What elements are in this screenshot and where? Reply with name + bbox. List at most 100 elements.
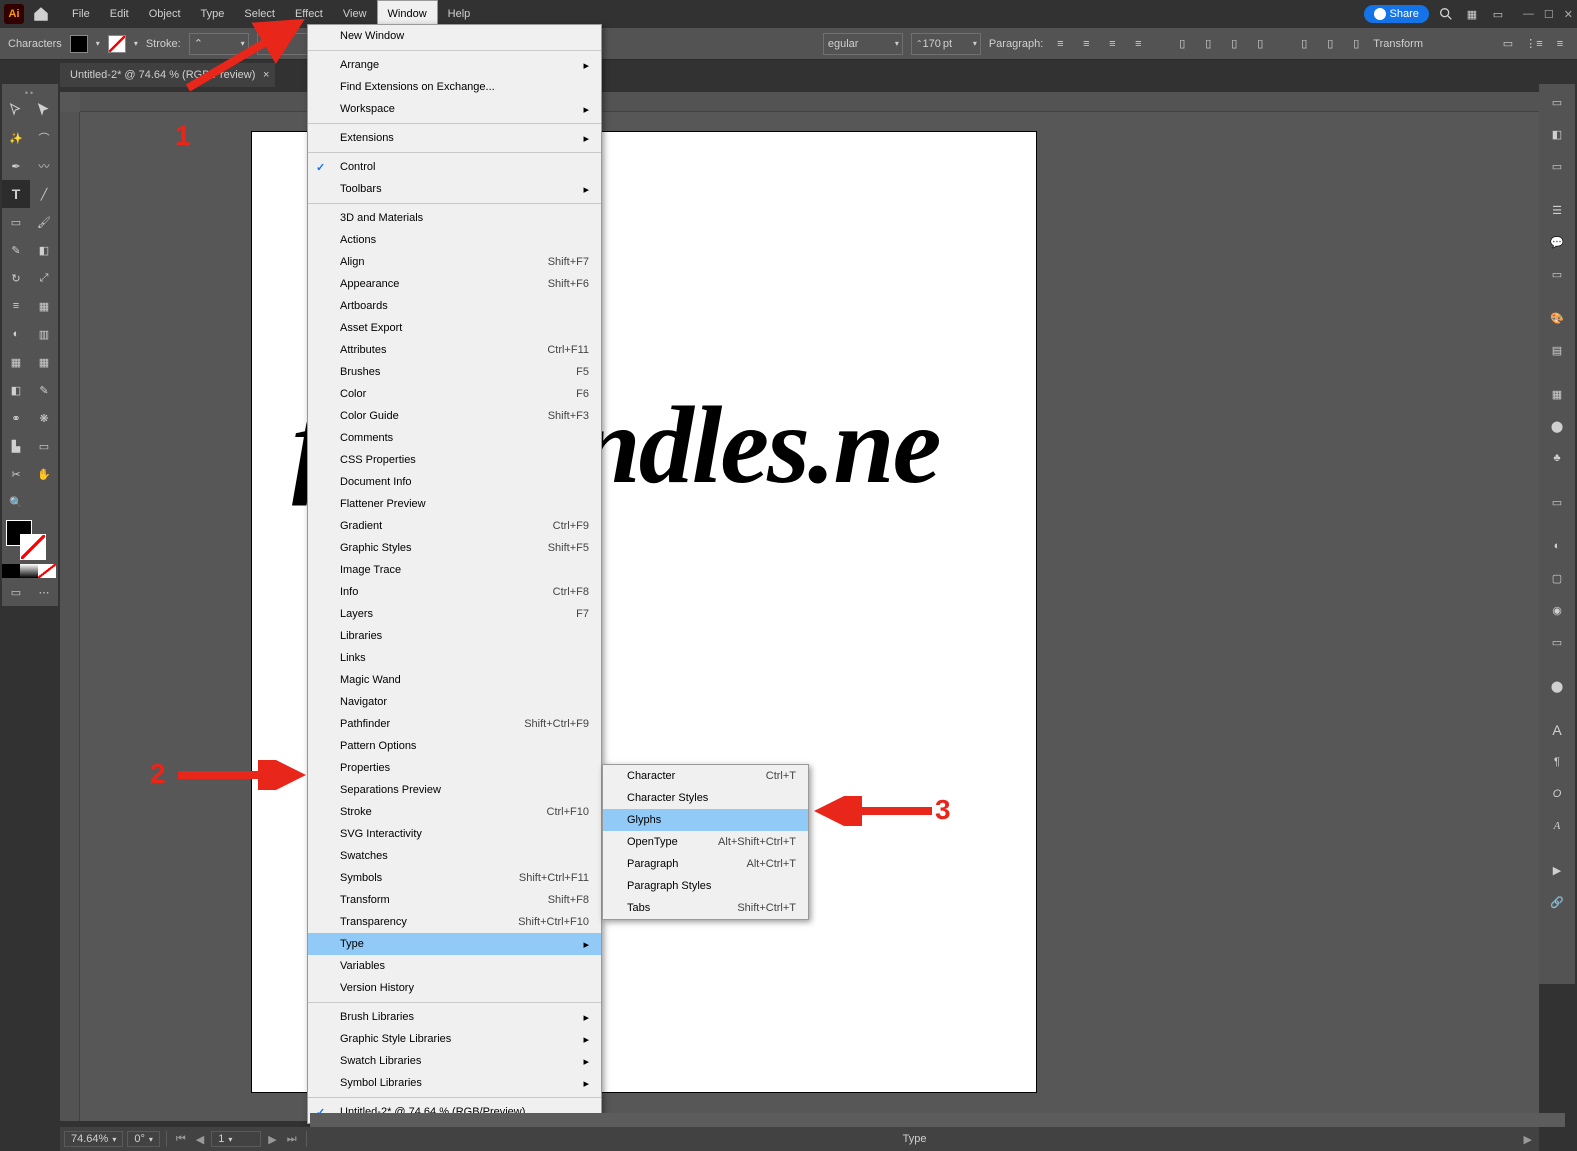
panel-icon-4[interactable]: ☰ — [1543, 196, 1571, 224]
live-paint-tool[interactable]: ▥ — [30, 320, 58, 348]
zoom-tool[interactable]: 🔍 — [2, 488, 30, 516]
status-menu-icon[interactable]: ▶ — [1521, 1133, 1535, 1146]
slice-tool[interactable]: ✂ — [2, 460, 30, 488]
artboard-tool[interactable]: ▭ — [30, 432, 58, 460]
menu-item-pattern-options[interactable]: Pattern Options — [308, 735, 601, 757]
menu-item-find-extensions-on-exchange-[interactable]: Find Extensions on Exchange... — [308, 76, 601, 98]
fill-dropdown-arrow[interactable]: ▾ — [96, 39, 100, 48]
submenu-item-tabs[interactable]: TabsShift+Ctrl+T — [603, 897, 808, 919]
mesh-tool[interactable]: ▦ — [30, 348, 58, 376]
menu-item-version-history[interactable]: Version History — [308, 977, 601, 999]
menu-item-svg-interactivity[interactable]: SVG Interactivity — [308, 823, 601, 845]
zoom-level[interactable]: 74.64% — [64, 1131, 123, 1147]
menu-item-stroke[interactable]: StrokeCtrl+F10 — [308, 801, 601, 823]
align-right-icon[interactable]: ≡ — [1103, 35, 1121, 53]
menu-item-flattener-preview[interactable]: Flattener Preview — [308, 493, 601, 515]
menu-item-3d-and-materials[interactable]: 3D and Materials — [308, 207, 601, 229]
toolbox-handle[interactable]: •• — [2, 88, 58, 96]
align-center-icon[interactable]: ≡ — [1077, 35, 1095, 53]
line-tool[interactable]: ╱ — [30, 180, 58, 208]
magic-wand-tool[interactable]: ✨ — [2, 124, 30, 152]
fill-swatch[interactable] — [70, 35, 88, 53]
search-icon[interactable] — [1437, 5, 1455, 23]
artboard-nav[interactable]: 1 — [211, 1131, 261, 1147]
layers-panel-icon[interactable]: ◧ — [1543, 120, 1571, 148]
selection-tool[interactable] — [2, 96, 30, 124]
submenu-item-paragraph-styles[interactable]: Paragraph Styles — [603, 875, 808, 897]
justify-left-icon[interactable]: ≡ — [1129, 35, 1147, 53]
submenu-item-character-styles[interactable]: Character Styles — [603, 787, 808, 809]
menu-item-layers[interactable]: LayersF7 — [308, 603, 601, 625]
blend-tool[interactable]: ⚭ — [2, 404, 30, 432]
hamburger-icon[interactable]: ≡ — [1551, 35, 1569, 53]
shaper-tool[interactable]: ✎ — [2, 236, 30, 264]
screen-mode-icon[interactable]: ▭ — [2, 578, 30, 606]
color-guide-panel-icon[interactable]: ▤ — [1543, 336, 1571, 364]
share-button[interactable]: Share — [1364, 5, 1429, 23]
menu-item-variables[interactable]: Variables — [308, 955, 601, 977]
menu-item-libraries[interactable]: Libraries — [308, 625, 601, 647]
eyedropper-tool[interactable]: ✎ — [30, 376, 58, 404]
swatches-panel-icon[interactable]: ▦ — [1543, 380, 1571, 408]
edit-toolbar-icon[interactable]: ⋯ — [30, 578, 58, 606]
menu-item-transparency[interactable]: TransparencyShift+Ctrl+F10 — [308, 911, 601, 933]
paintbrush-tool[interactable]: 🖌 — [30, 208, 58, 236]
menu-item-color[interactable]: ColorF6 — [308, 383, 601, 405]
eraser-tool[interactable]: ◧ — [30, 236, 58, 264]
menu-item-arrange[interactable]: Arrange▸ — [308, 54, 601, 76]
menu-item-separations-preview[interactable]: Separations Preview — [308, 779, 601, 801]
next-artboard-icon[interactable]: ▶ — [265, 1133, 279, 1146]
graphic-styles-panel-icon[interactable]: ▭ — [1543, 628, 1571, 656]
perspective-tool[interactable]: ▦ — [2, 348, 30, 376]
menu-item-asset-export[interactable]: Asset Export — [308, 317, 601, 339]
direct-selection-tool[interactable] — [30, 96, 58, 124]
status-info[interactable]: Type — [313, 1133, 1517, 1145]
menu-item-brushes[interactable]: BrushesF5 — [308, 361, 601, 383]
first-artboard-icon[interactable]: ⏮ — [173, 1133, 189, 1146]
asset-export-panel-icon[interactable]: ⬤ — [1543, 672, 1571, 700]
dist-3-icon[interactable]: ▯ — [1347, 35, 1365, 53]
fill-stroke-control[interactable] — [2, 516, 58, 564]
font-style-dropdown[interactable]: egular — [823, 33, 903, 55]
submenu-item-opentype[interactable]: OpenTypeAlt+Shift+Ctrl+T — [603, 831, 808, 853]
font-size-dropdown[interactable]: ⌃ 170 pt — [911, 33, 981, 55]
none-mode-icon[interactable] — [38, 564, 56, 578]
submenu-item-character[interactable]: CharacterCtrl+T — [603, 765, 808, 787]
gradient-panel-icon[interactable]: ◐ — [1543, 532, 1571, 560]
links-panel-icon[interactable]: 🔗 — [1543, 888, 1571, 916]
character-panel-icon[interactable]: A — [1543, 716, 1571, 744]
stroke-panel-icon[interactable]: ▭ — [1543, 488, 1571, 516]
menu-item-pathfinder[interactable]: PathfinderShift+Ctrl+F9 — [308, 713, 601, 735]
menu-item-symbol-libraries[interactable]: Symbol Libraries▸ — [308, 1072, 601, 1094]
pen-tool[interactable]: ✒ — [2, 152, 30, 180]
submenu-item-paragraph[interactable]: ParagraphAlt+Ctrl+T — [603, 853, 808, 875]
menu-item-align[interactable]: AlignShift+F7 — [308, 251, 601, 273]
width-tool[interactable]: ≡ — [2, 292, 30, 320]
home-icon[interactable] — [32, 5, 50, 23]
menu-item-workspace[interactable]: Workspace▸ — [308, 98, 601, 120]
close-tab-icon[interactable]: × — [263, 69, 269, 81]
curvature-tool[interactable]: 〰 — [30, 152, 58, 180]
prev-artboard-icon[interactable]: ◀ — [193, 1133, 207, 1146]
transparency-panel-icon[interactable]: ▢ — [1543, 564, 1571, 592]
menu-item-graphic-style-libraries[interactable]: Graphic Style Libraries▸ — [308, 1028, 601, 1050]
shape-builder-tool[interactable]: ◐ — [2, 320, 30, 348]
menu-item-type[interactable]: Type▸ — [308, 933, 601, 955]
stroke-weight-dropdown[interactable]: ⌃ — [189, 33, 249, 55]
menu-item-extensions[interactable]: Extensions▸ — [308, 127, 601, 149]
stroke-swatch[interactable] — [108, 35, 126, 53]
close-icon[interactable]: ✕ — [1564, 8, 1573, 21]
color-mode-icon[interactable] — [2, 564, 20, 578]
canvas-area[interactable]: fontbundles.ne — [60, 92, 1539, 1121]
comments-panel-icon[interactable]: 💬 — [1543, 228, 1571, 256]
graph-tool[interactable]: ▙ — [2, 432, 30, 460]
lasso-tool[interactable]: ⌒ — [30, 124, 58, 152]
last-artboard-icon[interactable]: ⏭ — [284, 1133, 300, 1146]
menu-item-attributes[interactable]: AttributesCtrl+F11 — [308, 339, 601, 361]
color-panel-icon[interactable]: 🎨 — [1543, 304, 1571, 332]
menu-item-brush-libraries[interactable]: Brush Libraries▸ — [308, 1006, 601, 1028]
menu-item-magic-wand[interactable]: Magic Wand — [308, 669, 601, 691]
menu-select[interactable]: Select — [234, 0, 285, 28]
panel-icon-6[interactable]: ▭ — [1543, 260, 1571, 288]
actions-panel-icon[interactable]: ▶ — [1543, 856, 1571, 884]
